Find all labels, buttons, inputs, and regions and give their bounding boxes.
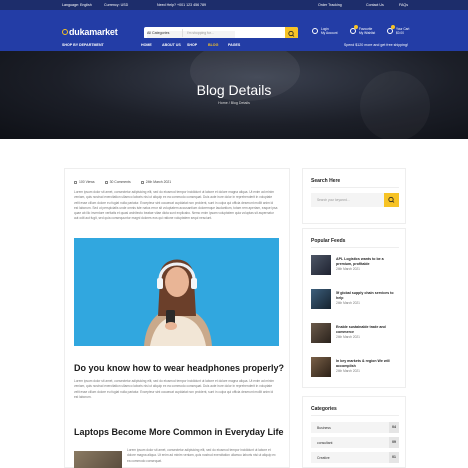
comments-meta[interactable]: 30 Comments [104, 180, 131, 184]
help-phone: Need Help? +001 123 456 789 [157, 2, 207, 7]
language-selector[interactable]: Language: English [62, 3, 92, 7]
date-meta: 24th March 2021 [140, 180, 172, 184]
category-name: consultant [317, 440, 333, 445]
page-title: Blog Details [196, 82, 272, 98]
feed-date: 24th March 2021 [336, 335, 360, 339]
comment-icon [104, 180, 108, 184]
article-intro: Lorem ipsum dolor sit amet, consectetur … [74, 190, 278, 221]
widget-divider [311, 247, 399, 248]
currency-selector[interactable]: Currency: USD [104, 3, 128, 7]
eye-icon [74, 180, 77, 184]
top-bar: Language: English Currency: USD Need Hel… [0, 0, 468, 10]
feed-thumbnail [311, 289, 331, 309]
blog-article: 100 Views 30 Comments 24th March 2021 Lo… [64, 168, 290, 468]
feed-title[interactable]: APL Logistics wants to be a premium, pro… [336, 257, 398, 266]
sidebar-search-input[interactable]: Search your keyword... [311, 193, 384, 207]
wishlist-label: My Wishlist [359, 31, 376, 35]
sidebar-search-button[interactable] [384, 193, 399, 207]
widget-title: Search Here [311, 178, 341, 184]
section-heading: Laptops Become More Common in Everyday L… [74, 427, 284, 437]
feed-title[interactable]: Enable sustainable trade and commerce [336, 325, 398, 334]
widget-title: Categories [311, 406, 337, 412]
post-date: 24th March 2021 [145, 180, 172, 184]
category-count: 01 [389, 452, 399, 463]
site-logo[interactable]: dukamarket [62, 27, 118, 37]
article-hero-image [74, 238, 279, 346]
widget-title: Popular Feeds [311, 238, 346, 244]
feed-title[interactable]: In key markets & region We will accompli… [336, 359, 398, 368]
categories-widget: Categories Business 04 consultant 09 Cre… [302, 396, 406, 468]
headphones-woman-illustration [74, 238, 279, 346]
nav-blog[interactable]: BLOG [208, 43, 218, 47]
feed-date: 24th March 2021 [336, 369, 360, 373]
section-paragraph: Lorem ipsum dolor sit amet, consectetur … [74, 379, 275, 399]
feed-date: 24th March 2021 [336, 267, 360, 271]
feed-item[interactable]: Enable sustainable trade and commerce 24… [311, 323, 399, 343]
popular-feeds-widget: Popular Feeds APL Logistics wants to be … [302, 228, 406, 388]
category-item[interactable]: consultant 09 [311, 437, 399, 448]
nav-pages[interactable]: PAGES [228, 43, 240, 47]
category-name: Creative [317, 455, 330, 460]
feed-item[interactable]: In key markets & region We will accompli… [311, 357, 399, 377]
nav-shop[interactable]: SHOP [187, 43, 197, 47]
feed-date: 24th March 2021 [336, 301, 360, 305]
nav-home[interactable]: HOME [141, 43, 152, 47]
category-count: 09 [389, 437, 399, 448]
logo-text: dukamarket [69, 27, 118, 37]
category-count: 04 [389, 422, 399, 433]
search-icon [388, 196, 395, 203]
wishlist-badge [354, 25, 358, 29]
breadcrumb[interactable]: Home / Blog Details [0, 101, 468, 105]
account-label: My Account [321, 31, 338, 35]
order-tracking-link[interactable]: Order Tracking [318, 3, 342, 7]
laptop-image [74, 451, 122, 468]
views-count: 100 Views [79, 180, 95, 184]
widget-divider [311, 187, 399, 188]
feed-item[interactable]: 5f global supply chain services to help … [311, 289, 399, 309]
shipping-promo: Spend $120 more and get free shipping! [343, 42, 408, 47]
shop-by-department-button[interactable]: SHOP BY DEPARTMENT [62, 43, 104, 47]
section-heading: Do you know how to wear headphones prope… [74, 363, 285, 373]
logo-mark-icon [62, 29, 68, 35]
feed-item[interactable]: APL Logistics wants to be a premium, pro… [311, 255, 399, 275]
feed-thumbnail [311, 357, 331, 377]
comments-count: 30 Comments [109, 180, 131, 184]
category-name: Business [317, 425, 331, 430]
feed-thumbnail [311, 323, 331, 343]
calendar-icon [140, 180, 144, 184]
header-search-input[interactable]: I'm shopping for... [187, 31, 214, 35]
category-item[interactable]: Creative 01 [311, 452, 399, 463]
category-item[interactable]: Business 04 [311, 422, 399, 433]
article-meta: 100 Views 30 Comments 24th March 2021 [74, 180, 171, 184]
widget-divider [311, 415, 399, 416]
section-paragraph: Lorem ipsum dolor sit amet, consectetur … [127, 448, 276, 463]
feed-title[interactable]: 5f global supply chain services to help [336, 291, 398, 300]
nav-about[interactable]: ABOUT US [162, 43, 181, 47]
contact-link[interactable]: Contact Us [366, 3, 384, 7]
page-banner: Blog Details Home / Blog Details [0, 51, 468, 139]
main-nav: SHOP BY DEPARTMENT HOME ABOUT US SHOP BL… [0, 38, 468, 51]
sidebar-search-placeholder: Search your keyword... [317, 198, 350, 202]
search-widget: Search Here Search your keyword... [302, 168, 406, 224]
faqs-link[interactable]: FAQs [399, 3, 408, 7]
user-icon [312, 28, 318, 34]
search-divider [182, 29, 183, 37]
views-meta: 100 Views [74, 180, 95, 184]
feed-thumbnail [311, 255, 331, 275]
cart-total: $0.00 [396, 31, 404, 35]
cart-badge [391, 25, 395, 29]
